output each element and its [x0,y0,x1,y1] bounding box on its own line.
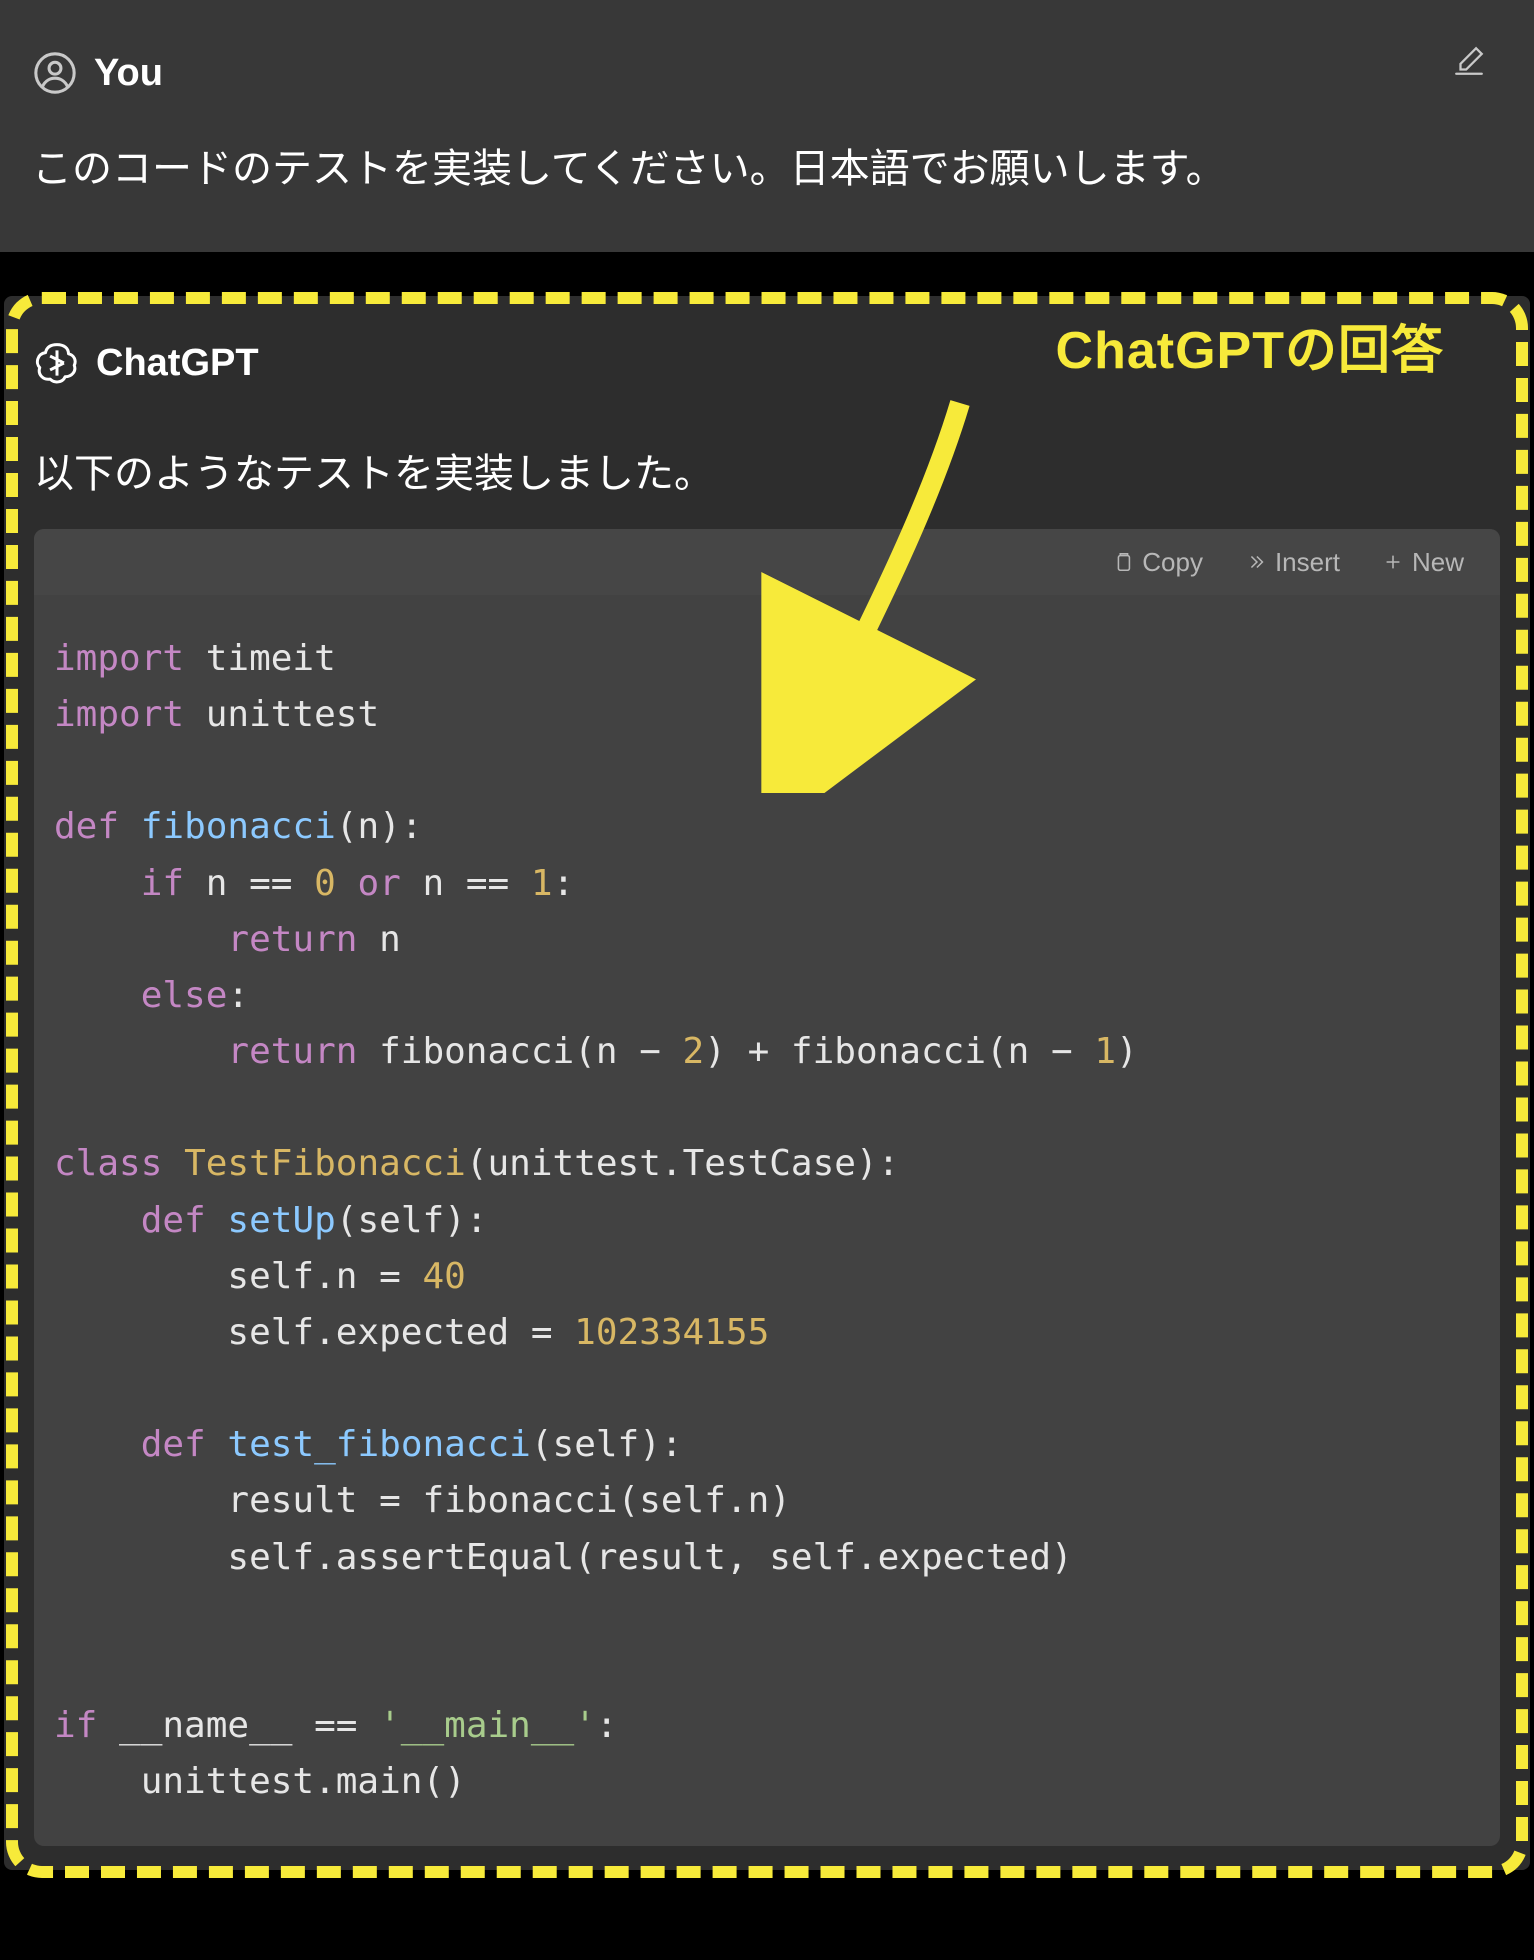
new-button[interactable]: New [1382,547,1464,578]
clipboard-icon [1112,551,1134,573]
annotation-label: ChatGPTの回答 [1056,308,1444,383]
new-label: New [1412,547,1464,578]
copy-button[interactable]: Copy [1112,547,1203,578]
insert-button[interactable]: Insert [1245,547,1340,578]
copy-label: Copy [1142,547,1203,578]
insert-label: Insert [1275,547,1340,578]
assistant-intro-text: 以下のようなテストを実装しました。 [34,441,1500,499]
code-content[interactable]: import timeit import unittest def fibona… [34,595,1500,1846]
edit-icon[interactable] [1452,44,1486,83]
chevrons-right-icon [1245,551,1267,573]
user-message-block: You このコードのテストを実装してください。日本語でお願いします。 [0,0,1534,252]
code-toolbar: Copy Insert New [34,529,1500,595]
user-role-label: You [94,52,163,95]
assistant-role-label: ChatGPT [96,342,259,385]
user-message-text: このコードのテストを実装してください。日本語でお願いします。 [32,138,1502,200]
chatgpt-logo-icon [34,340,80,386]
assistant-message-block: ChatGPT 以下のようなテストを実装しました。 Copy [4,296,1530,1870]
user-icon [32,50,78,96]
plus-icon [1382,551,1404,573]
code-block: Copy Insert New import [34,529,1500,1846]
